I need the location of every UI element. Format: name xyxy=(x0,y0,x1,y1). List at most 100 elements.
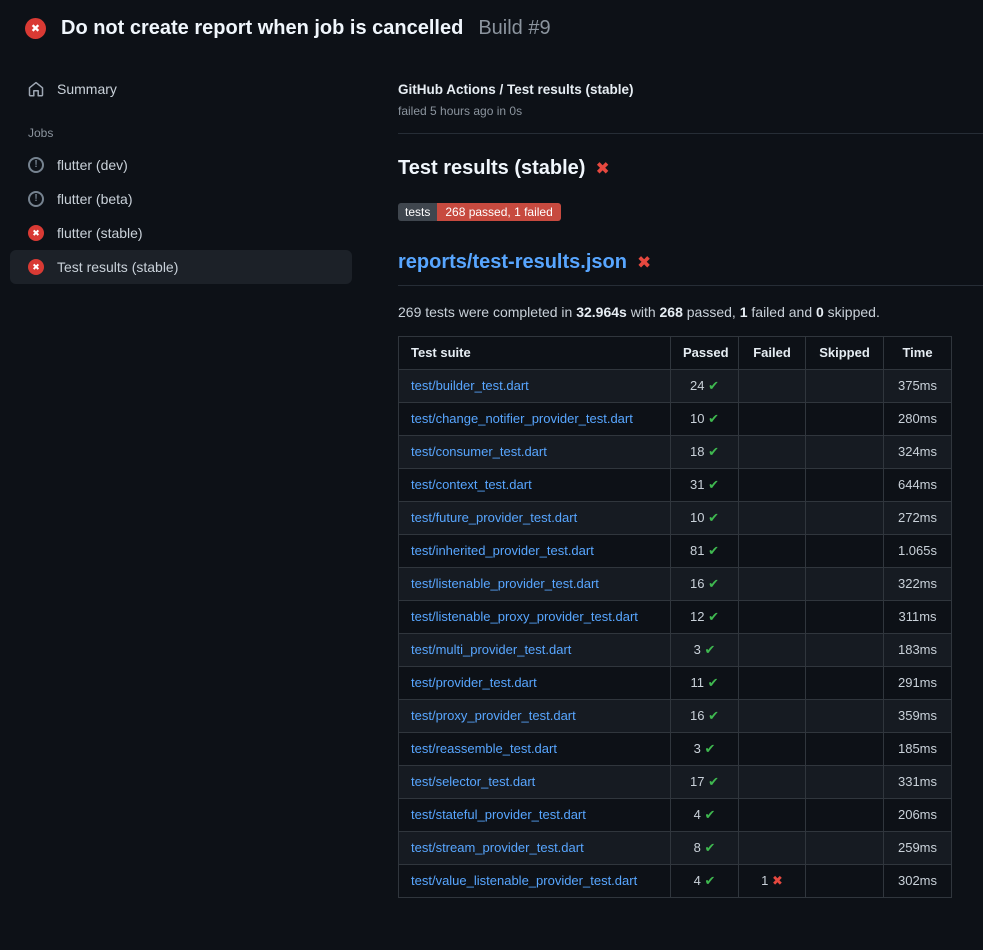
time-cell: 183ms xyxy=(884,634,952,667)
suite-link[interactable]: test/change_notifier_provider_test.dart xyxy=(411,411,633,426)
run-meta: failed 5 hours ago in 0s xyxy=(398,104,983,118)
report-link[interactable]: reports/test-results.json xyxy=(398,251,627,274)
sidebar-item-flutter-beta[interactable]: ! flutter (beta) xyxy=(10,182,352,216)
sidebar-item-label: flutter (stable) xyxy=(57,225,143,241)
skipped-cell xyxy=(806,502,884,535)
skipped-cell xyxy=(806,865,884,898)
skipped-cell xyxy=(806,370,884,403)
suite-link[interactable]: test/stream_provider_test.dart xyxy=(411,840,584,855)
time-cell: 302ms xyxy=(884,865,952,898)
suite-cell: test/stream_provider_test.dart xyxy=(399,832,671,865)
passed-cell: 12 ✔ xyxy=(671,601,739,634)
suite-cell: test/builder_test.dart xyxy=(399,370,671,403)
time-cell: 311ms xyxy=(884,601,952,634)
suite-cell: test/listenable_proxy_provider_test.dart xyxy=(399,601,671,634)
check-icon: ✔ xyxy=(708,477,719,492)
report-title: reports/test-results.json ✖ xyxy=(398,251,983,286)
skipped-cell xyxy=(806,601,884,634)
suite-link[interactable]: test/future_provider_test.dart xyxy=(411,510,577,525)
table-row: test/future_provider_test.dart 10 ✔ 272ms xyxy=(399,502,952,535)
sidebar-item-summary[interactable]: Summary xyxy=(10,72,352,106)
table-row: test/builder_test.dart 24 ✔ 375ms xyxy=(399,370,952,403)
failed-cell xyxy=(739,667,806,700)
passed-cell: 11 ✔ xyxy=(671,667,739,700)
badge-value: 268 passed, 1 failed xyxy=(437,203,560,221)
check-icon: ✔ xyxy=(708,543,719,558)
check-icon: ✔ xyxy=(704,840,715,855)
suite-link[interactable]: test/listenable_proxy_provider_test.dart xyxy=(411,609,638,624)
table-row: test/selector_test.dart17 ✔331ms xyxy=(399,766,952,799)
suite-link[interactable]: test/inherited_provider_test.dart xyxy=(411,543,594,558)
col-passed: Passed xyxy=(671,337,739,370)
passed-cell: 16 ✔ xyxy=(671,568,739,601)
page-title: Do not create report when job is cancell… xyxy=(61,17,463,40)
suite-cell: test/value_listenable_provider_test.dart xyxy=(399,865,671,898)
time-cell: 375ms xyxy=(884,370,952,403)
home-icon xyxy=(28,81,44,97)
check-icon: ✔ xyxy=(704,642,715,657)
sidebar-item-label: flutter (beta) xyxy=(57,191,132,207)
check-icon: ✔ xyxy=(708,609,719,624)
passed-cell: 16 ✔ xyxy=(671,700,739,733)
time-cell: 359ms xyxy=(884,700,952,733)
suite-cell: test/stateful_provider_test.dart xyxy=(399,799,671,832)
skipped-cell xyxy=(806,700,884,733)
passed-cell: 24 ✔ xyxy=(671,370,739,403)
check-icon: ✔ xyxy=(708,444,719,459)
failed-cell xyxy=(739,700,806,733)
table-row: test/reassemble_test.dart3 ✔185ms xyxy=(399,733,952,766)
suite-link[interactable]: test/provider_test.dart xyxy=(411,675,537,690)
suite-link[interactable]: test/multi_provider_test.dart xyxy=(411,642,571,657)
table-row: test/listenable_proxy_provider_test.dart… xyxy=(399,601,952,634)
summary-duration: 32.964s xyxy=(576,304,627,320)
table-row: test/multi_provider_test.dart3 ✔183ms xyxy=(399,634,952,667)
sidebar-item-flutter-stable[interactable]: ✖ flutter (stable) xyxy=(10,216,352,250)
summary-text: 269 tests were completed in xyxy=(398,304,576,320)
passed-cell: 10 ✔ xyxy=(671,502,739,535)
failed-cell xyxy=(739,436,806,469)
check-icon: ✔ xyxy=(708,378,719,393)
table-row: test/proxy_provider_test.dart 16 ✔ 359ms xyxy=(399,700,952,733)
failed-cell xyxy=(739,634,806,667)
check-icon: ✔ xyxy=(708,576,719,591)
time-cell: 185ms xyxy=(884,733,952,766)
suite-link[interactable]: test/selector_test.dart xyxy=(411,774,535,789)
skipped-cell xyxy=(806,535,884,568)
suite-link[interactable]: test/listenable_provider_test.dart xyxy=(411,576,599,591)
suite-link[interactable]: test/context_test.dart xyxy=(411,477,532,492)
check-icon: ✔ xyxy=(704,741,715,756)
suite-cell: test/listenable_provider_test.dart xyxy=(399,568,671,601)
suite-link[interactable]: test/reassemble_test.dart xyxy=(411,741,557,756)
check-icon: ✔ xyxy=(708,774,719,789)
suite-cell: test/context_test.dart xyxy=(399,469,671,502)
sidebar-item-flutter-dev[interactable]: ! flutter (dev) xyxy=(10,148,352,182)
suite-cell: test/change_notifier_provider_test.dart xyxy=(399,403,671,436)
suite-link[interactable]: test/consumer_test.dart xyxy=(411,444,547,459)
failed-x-circle-icon: ✖ xyxy=(25,18,46,39)
breadcrumb: GitHub Actions / Test results (stable) xyxy=(398,82,983,97)
suite-link[interactable]: test/builder_test.dart xyxy=(411,378,529,393)
summary-line: 269 tests were completed in 32.964s with… xyxy=(398,304,983,320)
time-cell: 280ms xyxy=(884,403,952,436)
passed-cell: 4 ✔ xyxy=(671,799,739,832)
col-failed: Failed xyxy=(739,337,806,370)
build-number: Build #9 xyxy=(478,17,550,40)
sidebar-item-label: flutter (dev) xyxy=(57,157,128,173)
suite-cell: test/multi_provider_test.dart xyxy=(399,634,671,667)
col-time: Time xyxy=(884,337,952,370)
col-test-suite: Test suite xyxy=(399,337,671,370)
sidebar-item-label: Summary xyxy=(57,81,117,97)
suite-cell: test/selector_test.dart xyxy=(399,766,671,799)
check-icon: ✔ xyxy=(704,873,715,888)
cancelled-icon: ! xyxy=(28,191,44,207)
skipped-cell xyxy=(806,634,884,667)
suite-link[interactable]: test/proxy_provider_test.dart xyxy=(411,708,576,723)
failed-x-circle-icon: ✖ xyxy=(28,225,44,241)
suite-link[interactable]: test/stateful_provider_test.dart xyxy=(411,807,586,822)
sidebar-item-test-results-stable[interactable]: ✖ Test results (stable) xyxy=(10,250,352,284)
time-cell: 272ms xyxy=(884,502,952,535)
suite-link[interactable]: test/value_listenable_provider_test.dart xyxy=(411,873,637,888)
skipped-cell xyxy=(806,469,884,502)
table-row: test/context_test.dart31 ✔644ms xyxy=(399,469,952,502)
failed-cell xyxy=(739,403,806,436)
